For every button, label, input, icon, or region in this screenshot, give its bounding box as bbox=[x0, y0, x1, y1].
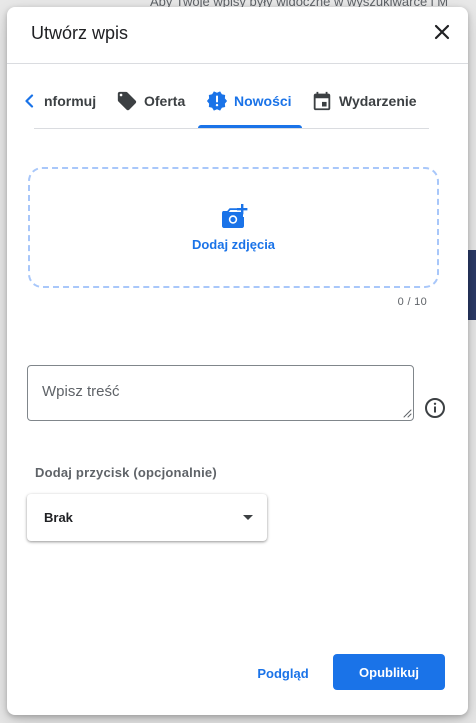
tab-inform[interactable]: nformuj bbox=[44, 74, 96, 128]
dialog-title: Utwórz wpis bbox=[31, 23, 129, 43]
tabs-scroll-left-button[interactable] bbox=[19, 86, 39, 116]
tab-news[interactable]: Nowości bbox=[206, 74, 292, 128]
photo-counter: 0 / 10 bbox=[397, 296, 427, 308]
dropdown-arrow-icon bbox=[243, 515, 253, 520]
close-button[interactable] bbox=[430, 20, 454, 44]
calendar-icon bbox=[313, 91, 331, 111]
content-info-button[interactable] bbox=[424, 397, 446, 419]
tab-offer[interactable]: Oferta bbox=[116, 74, 185, 128]
cta-button-label: Dodaj przycisk (opcjonalnie) bbox=[35, 465, 217, 480]
add-photos-label: Dodaj zdjęcia bbox=[191, 237, 276, 252]
add-photo-icon bbox=[221, 204, 247, 228]
create-post-dialog: Utwórz wpis nformuj Oferta Nowości Wydar… bbox=[7, 7, 468, 715]
cta-selected-value: Brak bbox=[44, 510, 73, 525]
tab-label: Wydarzenie bbox=[339, 93, 417, 109]
tab-label: nformuj bbox=[44, 93, 97, 109]
publish-button[interactable]: Opublikuj bbox=[333, 654, 445, 690]
preview-button[interactable]: Podgląd bbox=[247, 657, 319, 689]
tab-event[interactable]: Wydarzenie bbox=[311, 74, 417, 128]
chevron-left-icon bbox=[25, 94, 34, 108]
tag-icon bbox=[117, 91, 137, 111]
close-icon bbox=[434, 24, 450, 40]
post-content-input[interactable] bbox=[27, 365, 414, 421]
new-releases-icon bbox=[206, 91, 228, 111]
tabs-divider bbox=[34, 128, 429, 129]
cta-button-select[interactable]: Brak bbox=[27, 494, 267, 541]
info-icon bbox=[425, 398, 445, 418]
post-type-tabs: nformuj Oferta Nowości Wydarzenie bbox=[7, 74, 468, 128]
tab-label: Nowości bbox=[234, 93, 292, 109]
header-divider bbox=[7, 63, 468, 64]
add-photos-dropzone[interactable]: Dodaj zdjęcia bbox=[28, 167, 439, 288]
tab-label: Oferta bbox=[144, 93, 186, 109]
